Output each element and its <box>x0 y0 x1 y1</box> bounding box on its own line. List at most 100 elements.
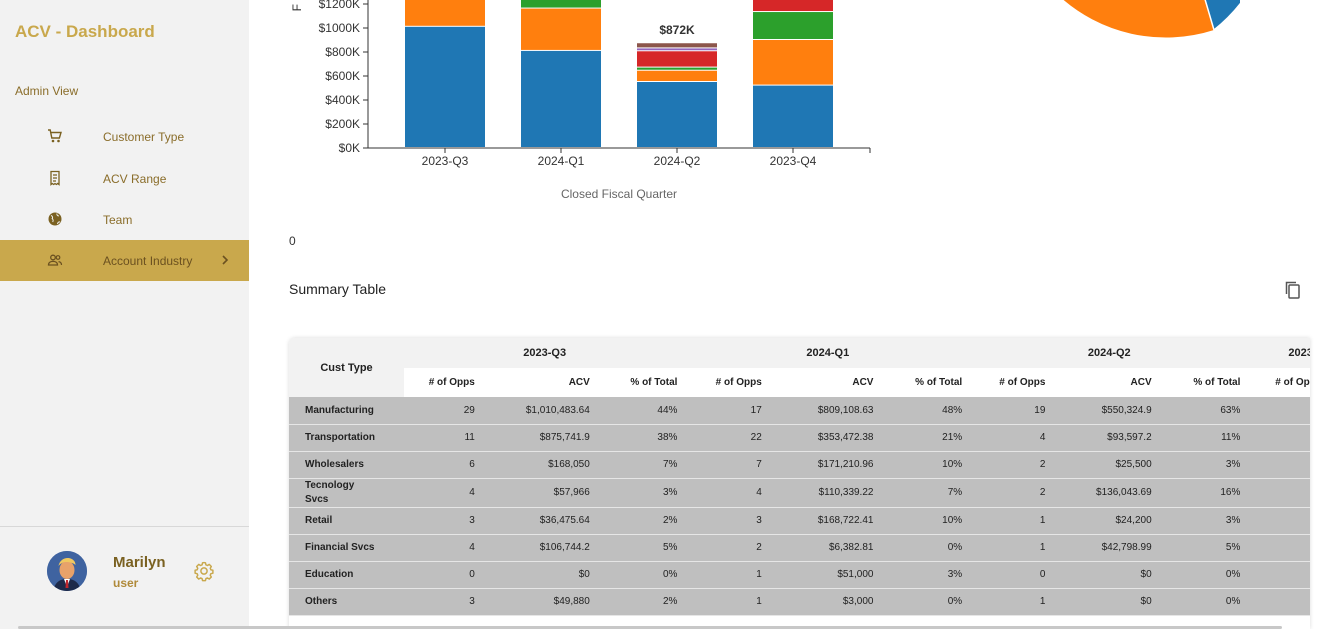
sidebar-item-customer-type[interactable]: Customer Type <box>0 116 249 157</box>
table-row[interactable]: Financial Svcs 4 $106,744.2 5% 2 $6,382.81 0% 1… <box>289 534 1310 562</box>
table-cell: 4 <box>970 424 1054 452</box>
table-cell: 3% <box>597 478 686 508</box>
x-tick-label: 2023-Q4 <box>770 154 817 168</box>
table-row[interactable]: Education0$00%1$51,0003%0$00%0$ <box>289 561 1310 589</box>
table-cell: 63% <box>1159 397 1249 425</box>
subheader-cell: # of Opps <box>970 368 1054 397</box>
table-cell: $168,722.41 <box>769 507 882 535</box>
table-cell: 1 <box>1248 534 1310 562</box>
quarter-header: 2023-Q3 <box>403 338 686 368</box>
table-cell: 0 <box>1248 561 1310 589</box>
table-row[interactable]: Retail 3 $36,475.64 2% 3 $168,722.41 10% 1 $24,2… <box>289 507 1310 535</box>
sidebar-item-account-industry[interactable]: Account Industry <box>0 240 249 281</box>
quarter-header: 2024-Q2 <box>970 338 1249 368</box>
table-cell: $3,000 <box>769 588 882 616</box>
bar-segment[interactable] <box>405 26 485 147</box>
table-cell: $875,741.9 <box>482 424 598 452</box>
table-cell: 6 <box>1248 478 1310 508</box>
bar-segment[interactable] <box>521 50 601 147</box>
y-tick-label: $200K <box>325 117 360 131</box>
table-row[interactable]: Manufacturing 29 $1,010,483.64 44% 17 $809,10… <box>289 397 1310 425</box>
table-cell: 1 <box>970 588 1054 616</box>
bar-segment[interactable] <box>753 40 833 85</box>
chevron-right-icon <box>222 255 229 265</box>
table-cell: 0% <box>881 534 971 562</box>
table-cell: 2% <box>597 588 686 616</box>
table-cell: 2 <box>970 451 1054 479</box>
table-cell: 17 <box>685 397 770 425</box>
bar-segment[interactable] <box>521 0 601 8</box>
bar-segment[interactable] <box>753 85 833 147</box>
sidebar-item-label: Team <box>103 212 133 227</box>
x-tick-label: 2023-Q3 <box>422 154 469 168</box>
subheader-row: # of Opps ACV% of Total # of Opps ACV% of T… <box>289 368 1310 397</box>
subheader-cell: # of Opps <box>403 368 483 397</box>
y-tick-label: $1200K <box>319 0 360 11</box>
copy-icon[interactable] <box>1284 280 1302 300</box>
bar-segment[interactable] <box>637 51 717 67</box>
table-row[interactable]: Others3$49,8802%1$3,0000%1$00%3$39,225.9 <box>289 588 1310 616</box>
bar-segment[interactable] <box>637 82 717 147</box>
table-cell: 1 <box>970 507 1054 535</box>
quarter-header: 2024-Q1 <box>685 338 971 368</box>
bar-segment[interactable] <box>637 70 717 81</box>
bars-layer <box>405 0 833 147</box>
table-cell: $809,108.63 <box>769 397 882 425</box>
row-label: Others <box>289 588 404 616</box>
table-row[interactable]: Transportation 11 $875,741.9 38% 22 $353,472.… <box>289 424 1310 452</box>
summary-table-container: Cust Type 2023-Q3 2024-Q1 2024-Q2 2023-Q… <box>289 338 1310 629</box>
bar-segment[interactable] <box>753 0 833 12</box>
table-cell: 10% <box>881 451 971 479</box>
table-cell: 3 <box>685 507 770 535</box>
avatar[interactable] <box>47 551 87 591</box>
summary-title: Summary Table <box>289 281 387 297</box>
y-tick-label: $800K <box>325 45 360 59</box>
table-cell: 2 <box>970 478 1054 508</box>
table-cell: 48% <box>881 397 971 425</box>
row-label: Education <box>289 561 404 589</box>
sidebar-item-acv-range[interactable]: ACV Range <box>0 158 249 199</box>
bar-segment[interactable] <box>753 12 833 39</box>
table-cell: $106,744.2 <box>482 534 598 562</box>
row-label: Manufacturing <box>289 397 404 425</box>
x-tick-label: 2024-Q1 <box>538 154 585 168</box>
table-cell: $0 <box>1053 588 1160 616</box>
bar-segment[interactable] <box>637 43 717 48</box>
table-cell: $93,597.2 <box>1053 424 1160 452</box>
bar-segment[interactable] <box>405 0 485 26</box>
table-row[interactable]: Tecnology Svcs 4 $57,966 3% 4 $110,339.22 7% 2 $… <box>289 478 1310 508</box>
table-cell: $24,200 <box>1053 507 1160 535</box>
table-cell: $171,210.96 <box>769 451 882 479</box>
chart-footer-value: 0 <box>289 234 296 248</box>
table-cell: 0% <box>1159 561 1249 589</box>
subheader-cell: ACV <box>769 368 882 397</box>
table-cell: $110,339.22 <box>769 478 882 508</box>
bar-segment[interactable] <box>637 67 717 70</box>
table-cell: $168,050 <box>482 451 598 479</box>
table-cell: 6 <box>403 451 483 479</box>
table-cell: 16% <box>1159 478 1249 508</box>
table-cell: 0% <box>597 561 686 589</box>
table-row[interactable]: Wholesalers 6 $168,050 7% 7 $171,210.96 10% 2 $2… <box>289 451 1310 479</box>
table-cell: 29 <box>403 397 483 425</box>
table-cell: 4 <box>685 478 770 508</box>
subheader-cell: ACV <box>482 368 598 397</box>
y-tick-label: $1000K <box>319 21 360 35</box>
subheader-cell: % of Total <box>881 368 971 397</box>
table-cell: 5% <box>1159 534 1249 562</box>
table-cell: $36,475.64 <box>482 507 598 535</box>
sidebar-section-label: Admin View <box>15 84 79 98</box>
table-cell: 18 <box>1248 424 1310 452</box>
app-root: ACV - Dashboard Admin View Customer Type… <box>0 0 1332 629</box>
gear-icon[interactable] <box>193 560 215 582</box>
y-tick-label: $600K <box>325 69 360 83</box>
table-cell: $49,880 <box>482 588 598 616</box>
bar-segment[interactable] <box>637 48 717 51</box>
column-header-cust-type: Cust Type <box>289 338 404 397</box>
table-cell: $25,500 <box>1053 451 1160 479</box>
bar-segment[interactable] <box>521 8 601 50</box>
sidebar-item-label: Account Industry <box>103 253 193 268</box>
sidebar-item-team[interactable]: Team <box>0 199 249 240</box>
subheader-cell: # of Opps <box>1248 368 1310 397</box>
table-cell: 4 <box>403 478 483 508</box>
